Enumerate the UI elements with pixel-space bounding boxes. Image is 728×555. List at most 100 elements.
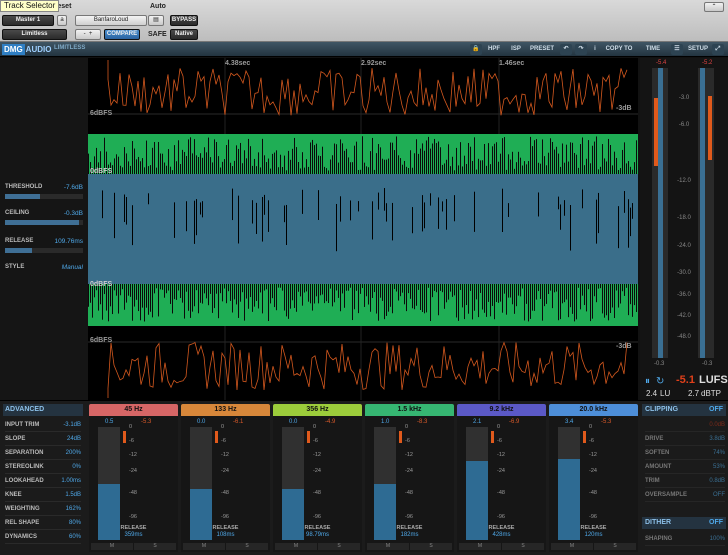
clip-row[interactable]: AMOUNT 53% (645, 462, 725, 474)
automation-button[interactable]: ▤ (148, 15, 164, 26)
isp-button[interactable]: ISP (509, 44, 523, 55)
adv-value[interactable]: 0% (72, 464, 81, 470)
ceiling-value[interactable]: -0.3dB (64, 210, 83, 217)
adv-value[interactable]: 1.5dB (65, 492, 81, 498)
band-title[interactable]: 9.2 kHz (457, 404, 546, 416)
bypass-button[interactable]: BYPASS (170, 15, 198, 26)
threshold-slider[interactable] (5, 194, 83, 199)
band-mid-button[interactable]: M (367, 543, 409, 550)
band-side-button[interactable]: S (134, 543, 176, 550)
track-select[interactable]: Master 1 (2, 15, 54, 26)
clip-value[interactable]: 53% (713, 464, 725, 470)
adv-row[interactable]: SEPARATION 200% (5, 448, 81, 460)
adv-row[interactable]: STEREOLINK 0% (5, 462, 81, 474)
adv-value[interactable]: -3.1dB (63, 422, 81, 428)
clip-row[interactable]: SOFTEN 74% (645, 448, 725, 460)
dither-value[interactable]: 100% (710, 536, 725, 542)
info-icon[interactable]: i (591, 44, 599, 55)
band-title[interactable]: 1.5 kHz (365, 404, 454, 416)
band-release-value[interactable]: 108ms (181, 532, 270, 538)
band-side-button[interactable]: S (502, 543, 544, 550)
adv-value[interactable]: 200% (66, 450, 81, 456)
window-menu-button[interactable]: ⌃ (704, 2, 724, 12)
clip-value[interactable]: 0.0dB (709, 422, 725, 428)
band-title[interactable]: 45 Hz (89, 404, 178, 416)
adv-row[interactable]: SLOPE 24dB (5, 434, 81, 446)
adv-row[interactable]: WEIGHTING 162% (5, 504, 81, 516)
band-side-button[interactable]: S (318, 543, 360, 550)
band-scale-tick: -48 (497, 490, 505, 496)
copy-to-button[interactable]: COPY TO (604, 44, 634, 55)
band-side-button[interactable]: S (594, 543, 636, 550)
clip-row[interactable]: OVERSAMPLE OFF (645, 490, 725, 502)
band-release-value[interactable]: 98.79ms (273, 532, 362, 538)
safe-button[interactable]: SAFE (148, 31, 167, 38)
band-release-value[interactable]: 120ms (549, 532, 638, 538)
clip-row[interactable]: 0.0dB (645, 420, 725, 432)
band-title[interactable]: 133 Hz (181, 404, 270, 416)
band-release-value[interactable]: 428ms (457, 532, 546, 538)
band-level-meter (190, 427, 212, 540)
menu-icon[interactable]: ☰ (671, 44, 683, 55)
pause-icon[interactable]: ⏸ (645, 376, 650, 387)
adv-row[interactable]: DYNAMICS 60% (5, 532, 81, 544)
band-release-label: RELEASE (120, 525, 147, 531)
clip-row[interactable]: TRIM 0.8dB (645, 476, 725, 488)
adv-row[interactable]: LOOKAHEAD 1.00ms (5, 476, 81, 488)
adv-value[interactable]: 162% (66, 506, 81, 512)
track-mode-button[interactable]: a (57, 15, 67, 26)
time-button[interactable]: TIME (644, 44, 662, 55)
clip-value[interactable]: 74% (713, 450, 725, 456)
adv-value[interactable]: 1.00ms (61, 478, 81, 484)
band-mid-button[interactable]: M (183, 543, 225, 550)
insert-select[interactable]: Limitless (2, 29, 67, 40)
ceiling-slider[interactable] (5, 220, 83, 225)
threshold-value[interactable]: -7.6dB (64, 184, 83, 191)
band-mid-button[interactable]: M (275, 543, 317, 550)
band-title[interactable]: 356 Hz (273, 404, 362, 416)
redo-icon[interactable]: ↷ (575, 44, 587, 55)
advanced-title[interactable]: ADVANCED (3, 404, 83, 416)
style-value[interactable]: Manual (62, 264, 83, 271)
preset-button[interactable]: PRESET (530, 44, 554, 55)
hpf-button[interactable]: HPF (486, 44, 502, 55)
lock-icon[interactable]: 🔒 (470, 44, 482, 55)
band-side-button[interactable]: S (226, 543, 268, 550)
adv-row[interactable]: INPUT TRIM -3.1dB (5, 420, 81, 432)
expand-icon[interactable]: ⤢ (712, 44, 724, 55)
plus-icon[interactable]: + (89, 31, 93, 37)
clipping-state[interactable]: OFF (709, 404, 723, 416)
release-value[interactable]: 109.76ms (54, 238, 83, 245)
band-mid-button[interactable]: M (459, 543, 501, 550)
band-level-meter (466, 427, 488, 540)
adv-value[interactable]: 60% (69, 534, 81, 540)
reset-icon[interactable]: ↻ (656, 376, 664, 387)
adv-row[interactable]: KNEE 1.5dB (5, 490, 81, 502)
band-release-value[interactable]: 182ms (365, 532, 454, 538)
band-title[interactable]: 20.0 kHz (549, 404, 638, 416)
lu-value: 2.4 (646, 389, 658, 398)
band-mid-button[interactable]: M (91, 543, 133, 550)
band-mid-button[interactable]: M (551, 543, 593, 550)
clip-value[interactable]: 3.8dB (709, 436, 725, 442)
setup-button[interactable]: SETUP (688, 44, 708, 55)
clip-value[interactable]: OFF (713, 492, 725, 498)
minus-icon[interactable]: - (84, 31, 86, 37)
undo-icon[interactable]: ↶ (560, 44, 572, 55)
compare-button[interactable]: COMPARE (104, 29, 140, 40)
clip-row[interactable]: DRIVE 3.8dB (645, 434, 725, 446)
dither-toggle[interactable]: DITHER OFF (642, 517, 726, 529)
preset-nav-buttons[interactable]: - + (75, 29, 101, 40)
adv-row[interactable]: REL SHAPE 80% (5, 518, 81, 530)
clip-value[interactable]: 0.8dB (709, 478, 725, 484)
band-release-value[interactable]: 359ms (89, 532, 178, 538)
preset-name-field[interactable]: BanfaroLoud (75, 15, 147, 26)
release-slider[interactable] (5, 248, 83, 253)
dither-row[interactable]: SHAPING 100% (645, 534, 725, 546)
adv-value[interactable]: 80% (69, 520, 81, 526)
dither-state[interactable]: OFF (709, 517, 723, 529)
band-release-label: RELEASE (396, 525, 423, 531)
band-side-button[interactable]: S (410, 543, 452, 550)
adv-value[interactable]: 24dB (67, 436, 81, 442)
clipping-toggle[interactable]: CLIPPING OFF (642, 404, 726, 416)
